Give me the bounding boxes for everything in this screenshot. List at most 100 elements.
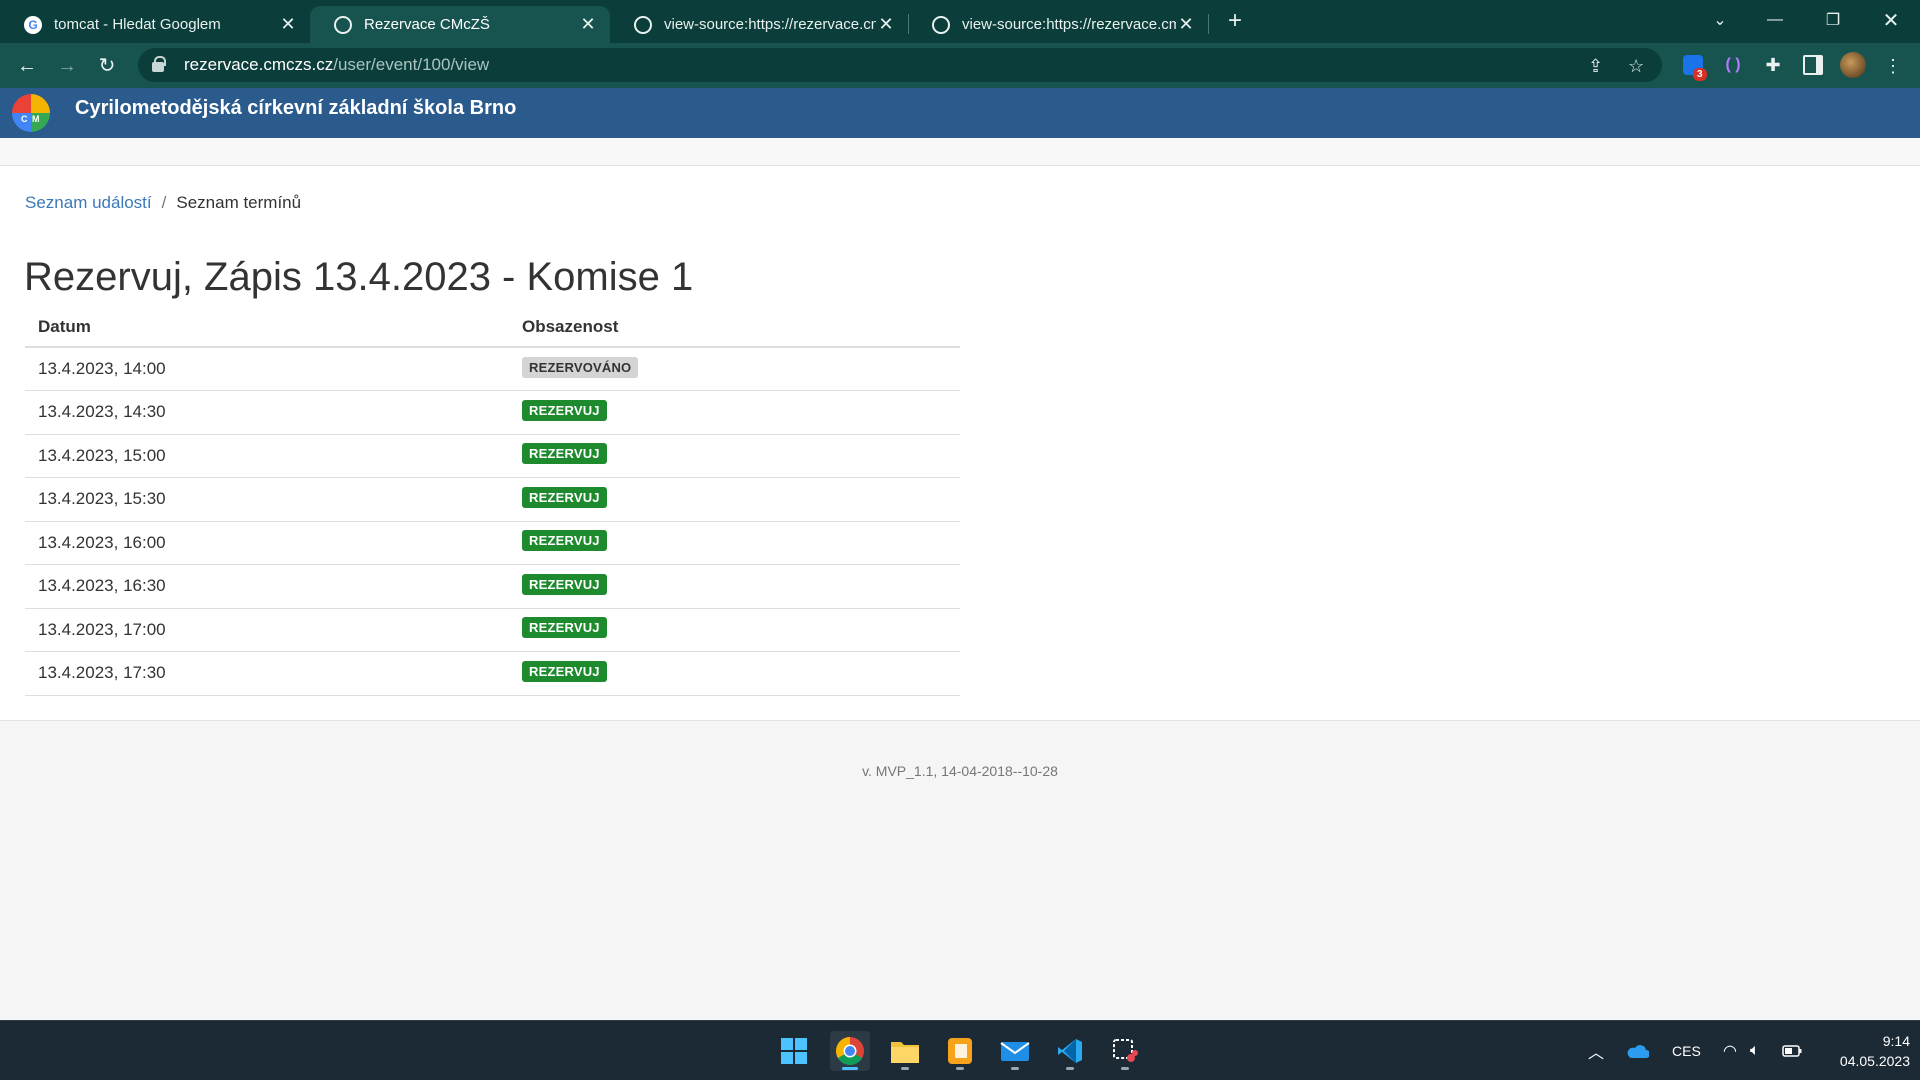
tab-search-button[interactable]: ⌄ xyxy=(1697,0,1743,40)
browser-toolbar: ← → ↻ rezervace.cmczs.cz/user/event/100/… xyxy=(0,43,1920,88)
battery-icon[interactable] xyxy=(1782,1021,1802,1081)
tab-view-source-1[interactable]: view-source:https://rezervace.cm ✕ xyxy=(610,6,908,43)
running-indicator xyxy=(1121,1067,1129,1070)
column-header-obsazenost: Obsazenost xyxy=(509,307,960,348)
tab-title: tomcat - Hledat Googlem xyxy=(54,16,221,33)
puzzle-extensions-icon[interactable]: ✚ xyxy=(1763,55,1783,75)
slot-date: 13.4.2023, 16:30 xyxy=(25,564,509,609)
wifi-icon[interactable]: ◠ xyxy=(1723,1021,1737,1081)
reserved-label: REZERVOVÁNO xyxy=(522,356,639,378)
logo-letter: M xyxy=(32,114,40,124)
office-icon[interactable] xyxy=(940,1031,980,1071)
clock-date: 04.05.2023 xyxy=(1839,1053,1910,1069)
tray-overflow-chevron-icon[interactable]: ︿ xyxy=(1588,1021,1604,1081)
table-row: 13.4.2023, 15:30 REZERVUJ xyxy=(25,477,960,522)
address-bar[interactable]: rezervace.cmczs.cz/user/event/100/view ⇪… xyxy=(138,48,1662,82)
side-panel-icon[interactable] xyxy=(1803,55,1823,75)
table-row: 13.4.2023, 14:00 REZERVOVÁNO xyxy=(25,347,960,391)
back-button[interactable]: ← xyxy=(14,53,40,79)
slot-date: 13.4.2023, 16:00 xyxy=(25,521,509,565)
language-indicator[interactable]: CES xyxy=(1672,1021,1701,1081)
reserve-button[interactable]: REZERVUJ xyxy=(522,530,607,552)
reserve-button[interactable]: REZERVUJ xyxy=(522,443,607,465)
table-row: 13.4.2023, 17:00 REZERVUJ xyxy=(25,608,960,652)
running-indicator xyxy=(956,1067,964,1070)
site-title[interactable]: Cyrilometodějská církevní základní škola… xyxy=(75,97,516,120)
browser-tab-strip: G tomcat - Hledat Googlem ✕ Rezervace CM… xyxy=(0,0,1920,43)
vscode-icon[interactable] xyxy=(1050,1031,1090,1071)
lock-icon[interactable] xyxy=(152,56,166,72)
table-row: 13.4.2023, 14:30 REZERVUJ xyxy=(25,390,960,435)
volume-icon[interactable]: 🔈︎ xyxy=(1750,1021,1760,1081)
extension-badge: 3 xyxy=(1693,68,1707,81)
globe-icon xyxy=(334,15,352,34)
slot-status-cell: REZERVUJ xyxy=(509,521,960,565)
slot-status-cell: REZERVUJ xyxy=(509,477,960,522)
close-tab-icon[interactable]: ✕ xyxy=(876,14,896,35)
site-header: C M Cyrilometodějská církevní základní š… xyxy=(0,88,1920,138)
file-explorer-icon[interactable] xyxy=(885,1031,925,1071)
google-icon: G xyxy=(24,15,42,34)
snipping-tool-icon[interactable] xyxy=(1105,1031,1145,1071)
restore-button[interactable]: ❐ xyxy=(1810,0,1856,40)
forward-button[interactable]: → xyxy=(54,53,80,79)
tab-divider xyxy=(1208,14,1209,34)
devtools-extension-icon[interactable]: ( ) xyxy=(1723,55,1743,75)
reserve-button[interactable]: REZERVUJ xyxy=(522,486,607,508)
tab-view-source-2[interactable]: view-source:https://rezervace.cm ✕ xyxy=(908,6,1208,43)
share-icon[interactable]: ⇪ xyxy=(1588,56,1603,77)
tab-title: Rezervace CMcZŠ xyxy=(364,16,490,33)
slot-status-cell: REZERVUJ xyxy=(509,608,960,652)
sub-navbar xyxy=(0,138,1920,166)
page-title: Rezervuj, Zápis 13.4.2023 - Komise 1 xyxy=(24,255,694,299)
school-logo[interactable]: C M xyxy=(12,94,50,132)
reserve-button[interactable]: REZERVUJ xyxy=(522,660,607,682)
system-clock[interactable]: 9:14 04.05.2023 xyxy=(1810,1031,1910,1071)
page-footer: v. MVP_1.1, 14-04-2018--10-28 xyxy=(0,720,1920,1020)
chrome-icon[interactable] xyxy=(830,1031,870,1071)
column-header-datum: Datum xyxy=(25,307,509,348)
start-icon[interactable] xyxy=(774,1031,814,1071)
reserve-button[interactable]: REZERVUJ xyxy=(522,573,607,595)
url-path: /user/event/100/view xyxy=(333,55,490,74)
breadcrumb-link-events[interactable]: Seznam událostí xyxy=(25,193,152,212)
menu-kebab-icon[interactable]: ⋮ xyxy=(1880,53,1906,79)
reload-button[interactable]: ↻ xyxy=(94,53,120,79)
close-window-button[interactable]: ✕ xyxy=(1868,0,1914,40)
reserve-button[interactable]: REZERVUJ xyxy=(522,399,607,421)
slot-status-cell: REZERVUJ xyxy=(509,434,960,478)
tab-google-search[interactable]: G tomcat - Hledat Googlem ✕ xyxy=(0,6,310,43)
slot-status-cell: REZERVUJ xyxy=(509,651,960,696)
running-indicator xyxy=(1066,1067,1074,1070)
close-tab-icon[interactable]: ✕ xyxy=(278,14,298,35)
bookmark-star-icon[interactable]: ☆ xyxy=(1628,56,1644,77)
table-row: 13.4.2023, 16:30 REZERVUJ xyxy=(25,564,960,609)
breadcrumb-separator: / xyxy=(161,193,167,212)
close-tab-icon[interactable]: ✕ xyxy=(1176,14,1196,35)
breadcrumb-current: Seznam termínů xyxy=(176,193,302,212)
slot-date: 13.4.2023, 14:00 xyxy=(25,347,509,391)
reserve-button[interactable]: REZERVUJ xyxy=(522,617,607,639)
profile-avatar[interactable] xyxy=(1840,52,1866,78)
tab-title: view-source:https://rezervace.cm xyxy=(664,16,876,33)
slot-status-cell: REZERVOVÁNO xyxy=(509,347,960,391)
table-header-row: Datum Obsazenost xyxy=(25,307,960,348)
clock-time: 9:14 xyxy=(1882,1033,1910,1049)
slot-date: 13.4.2023, 14:30 xyxy=(25,390,509,435)
running-indicator xyxy=(842,1067,858,1070)
logo-letter: C xyxy=(21,114,28,124)
slot-status-cell: REZERVUJ xyxy=(509,390,960,435)
tab-rezervace[interactable]: Rezervace CMcZŠ ✕ xyxy=(310,6,610,43)
new-tab-button[interactable]: + xyxy=(1221,8,1249,36)
close-tab-icon[interactable]: ✕ xyxy=(578,14,598,35)
slot-date: 13.4.2023, 15:00 xyxy=(25,434,509,478)
url-host: rezervace.cmczs.cz xyxy=(184,55,334,74)
slot-status-cell: REZERVUJ xyxy=(509,564,960,609)
running-indicator xyxy=(901,1067,909,1070)
slot-date: 13.4.2023, 17:00 xyxy=(25,608,509,652)
minimize-button[interactable]: — xyxy=(1752,0,1798,40)
running-indicator xyxy=(1011,1067,1019,1070)
globe-icon xyxy=(634,15,652,34)
onedrive-icon[interactable] xyxy=(1625,1021,1649,1081)
mail-icon[interactable] xyxy=(995,1031,1035,1071)
